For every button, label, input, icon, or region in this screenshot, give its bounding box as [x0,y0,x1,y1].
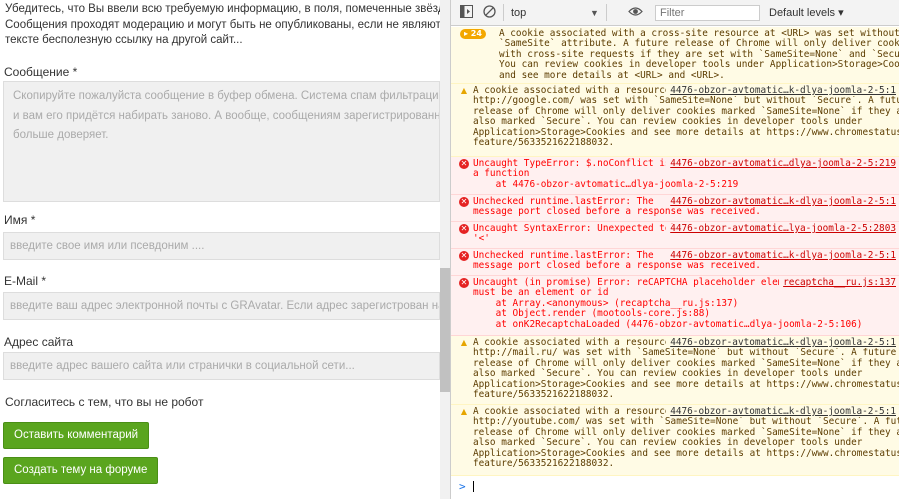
create-forum-topic-button[interactable]: Создать тему на форуме [3,457,159,484]
page-scrollbar[interactable] [440,0,450,499]
intro-line: Сообщения проходят модерацию и могут быт… [5,18,450,31]
comment-form-page: Убедитесь, что Вы ввели всю требуемую ин… [0,0,450,499]
console-input-caret[interactable] [473,481,474,492]
console-message-error: ✕Uncaught TypeError: $.noConflict is not… [451,157,899,195]
console-source-link[interactable]: 4476-obzor-avtomatic…lya-joomla-2-5:2803 [666,223,896,235]
console-message-warning: ▲A cookie associated with a resource at … [451,336,899,405]
submit-comment-button[interactable]: Оставить комментарий [3,422,150,449]
clear-console-icon[interactable] [483,5,496,21]
email-input[interactable]: введите ваш адрес электронной почты с GR… [3,292,440,320]
console-source-link[interactable]: 4476-obzor-avtomatic…dlya-joomla-2-5:219 [666,158,896,170]
log-levels-dropdown[interactable]: Default levels ▾ [769,6,844,19]
error-icon: ✕ [459,251,469,261]
console-message-error: ✕ Unchecked runtime.lastError: The messag… [451,195,899,222]
intro-line: Убедитесь, что Вы ввели всю требуемую ин… [5,3,450,15]
name-label: Имя * [4,213,36,227]
console-source-link[interactable]: 4476-obzor-avtomatic…k-dlya-joomla-2-5:1 [666,337,896,349]
warning-icon: ▲ [460,86,468,95]
warning-icon: ▲ [460,407,468,416]
console-message-error: ✕ Unchecked runtime.lastError: The messag… [451,249,899,276]
message-label: Сообщение * [4,65,78,79]
console-source-link[interactable]: 4476-obzor-avtomatic…k-dlya-joomla-2-5:1 [666,85,896,97]
console-source-link[interactable]: 4476-obzor-avtomatic…k-dlya-joomla-2-5:1 [666,196,896,208]
message-textarea[interactable]: Скопируйте пожалуйста сообщение в буфер … [3,81,440,202]
console-filter-input[interactable] [655,5,760,21]
error-icon: ✕ [459,278,469,288]
console-source-link[interactable]: 4476-obzor-avtomatic…k-dlya-joomla-2-5:1 [666,250,896,262]
warning-icon: ▲ [460,338,468,347]
chevron-down-icon: ▼ [590,8,599,18]
error-icon: ✕ [459,197,469,207]
email-label: E-Mail * [4,274,47,288]
eye-icon[interactable] [628,6,643,20]
console-message-warning: ▲A cookie associated with a resource at … [451,405,899,476]
error-icon: ✕ [459,224,469,234]
console-message-warning: ▸ 24 A cookie associated with a cross-sit… [451,27,899,84]
toggle-sidebar-icon[interactable] [460,5,473,21]
intro-line: тексте бесполезную ссылку на другой сайт… [5,34,243,46]
error-icon: ✕ [459,159,469,169]
message-placeholder-line: Скопируйте пожалуйста сообщение в буфер … [13,90,440,102]
captcha-text: Согласитесь с тем, что вы не робот [5,395,204,409]
console-message-error: ✕Uncaught SyntaxError: Unexpected token … [451,222,899,249]
site-input[interactable]: введите адрес вашего сайта или странички… [3,352,440,380]
console-source-link[interactable]: recaptcha__ru.js:137 [779,277,896,289]
devtools-console-panel: top ▼ Default levels ▾ ▸ 24 A cookie asso… [450,0,899,499]
message-count-badge[interactable]: ▸ 24 [460,29,486,39]
site-label: Адрес сайта [4,335,74,349]
console-source-link[interactable]: 4476-obzor-avtomatic…k-dlya-joomla-2-5:1 [666,406,896,418]
message-placeholder-line: больше доверяет. [13,129,109,141]
message-placeholder-line: и вам его придётся набирать заново. А во… [13,109,439,122]
console-toolbar: top ▼ Default levels ▾ [451,0,899,26]
console-message-warning: ▲A cookie associated with a resource at … [451,84,899,157]
name-input[interactable]: введите свое имя или псевдоним .... [3,232,440,260]
console-message-error: ✕ Uncaught (in promise) Error: reCAPTCHA … [451,276,899,336]
page-scrollbar-thumb[interactable] [440,268,450,392]
console-message-text: A cookie associated with a cross-site re… [499,28,899,81]
form-intro-text: Убедитесь, что Вы ввели всю требуемую ин… [5,2,450,49]
toolbar-divider [606,4,607,21]
toolbar-divider [503,4,504,21]
console-prompt-icon: > [459,480,466,493]
